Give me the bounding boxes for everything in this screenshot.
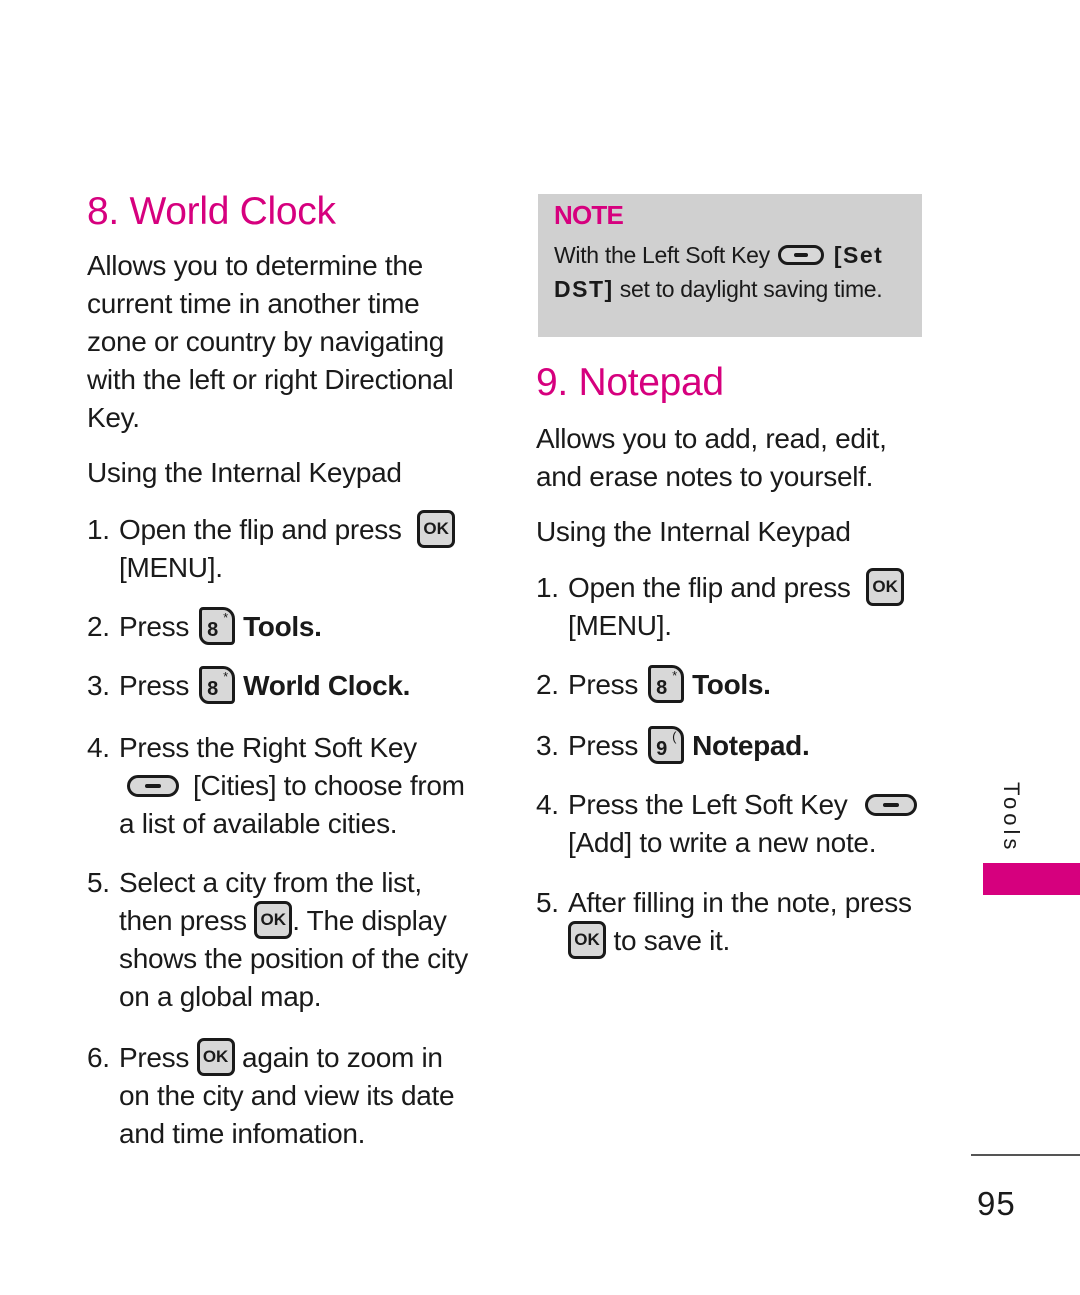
- step-number: 1.: [536, 572, 559, 603]
- section-title-world-clock: 8. World Clock: [87, 190, 336, 233]
- step-text: Select a city from the list,: [119, 867, 422, 898]
- step-text: then press: [119, 905, 247, 936]
- desc-line: zone or country by navigating: [87, 326, 445, 357]
- step-item: 5. After filling in the note, press OK t…: [536, 884, 936, 960]
- menu-name: World Clock.: [243, 670, 411, 701]
- step-text: to write a new note.: [631, 827, 877, 858]
- step-text: Open the flip and press: [119, 514, 402, 545]
- right-soft-key-icon: [127, 774, 179, 797]
- step-text: Press the Left Soft Key: [568, 789, 848, 820]
- step-number: 2.: [87, 611, 110, 642]
- desc-line: and erase notes to yourself.: [536, 461, 874, 492]
- softkey-label: [Add]: [568, 827, 632, 858]
- step-text: to choose from: [276, 770, 465, 801]
- step-text: Open the flip and press: [568, 572, 851, 603]
- subhead-internal-keypad: Using the Internal Keypad: [87, 457, 402, 488]
- desc-line: Allows you to add, read, edit,: [536, 423, 887, 454]
- step-text: on a global map.: [119, 981, 322, 1012]
- step-item: 3. Press 8 * World Clock.: [87, 665, 487, 705]
- step-item: 3. Press 9(Notepad.: [536, 725, 936, 765]
- ok-key-icon: OK: [196, 1037, 235, 1076]
- step-text: Press: [119, 1042, 190, 1073]
- step-text: Press: [568, 730, 639, 761]
- step-item: 2. Press 8 * Tools.: [87, 606, 487, 646]
- step-item: 2. Press 8 * Tools.: [536, 664, 936, 704]
- key-8-icon: 8 *: [648, 664, 685, 703]
- ok-key-icon: OK: [417, 509, 456, 548]
- step-text: [MENU].: [119, 552, 223, 583]
- step-number: 6.: [87, 1042, 110, 1073]
- step-text: Press: [119, 611, 190, 642]
- step-number: 5.: [87, 867, 110, 898]
- section-title-notepad: 9. Notepad: [536, 361, 724, 404]
- step-number: 1.: [87, 514, 110, 545]
- key-9-icon: 9(: [648, 725, 685, 764]
- note-box: NOTE With the Left Soft Key [Set DST] set…: [538, 194, 922, 337]
- page-number-rule: [971, 1154, 1080, 1156]
- note-title: NOTE: [554, 200, 624, 230]
- step-number: 3.: [536, 730, 559, 761]
- ok-key-icon: OK: [254, 900, 293, 939]
- step-number: 3.: [87, 670, 110, 701]
- step-text: again to zoom in: [242, 1042, 443, 1073]
- step-text: Press the Right Soft Key: [119, 732, 417, 763]
- step-item: 1. Open the flip and press OK [MENU].: [536, 567, 936, 645]
- menu-name: Tools.: [243, 611, 322, 642]
- menu-name: Notepad.: [692, 730, 810, 761]
- step-number: 4.: [536, 789, 559, 820]
- desc-line: Key.: [87, 402, 140, 433]
- note-text-part: With the Left Soft Key: [554, 242, 770, 268]
- step-item: 1. Open the flip and press OK [MENU].: [87, 509, 487, 587]
- step-text: [MENU].: [568, 610, 672, 641]
- step-text: . The display: [292, 905, 447, 936]
- notepad-description: Allows you to add, read, edit, and erase…: [536, 420, 936, 496]
- left-soft-key-icon: [864, 793, 917, 816]
- key-8-icon: 8 *: [199, 665, 236, 704]
- note-softkey-label: [Set: [833, 242, 884, 268]
- note-text-part: set to daylight saving time.: [613, 276, 883, 302]
- softkey-label: [Cities]: [193, 770, 277, 801]
- desc-line: Allows you to determine the: [87, 250, 423, 281]
- world-clock-description: Allows you to determine the current time…: [87, 247, 487, 437]
- note-text: With the Left Soft Key [Set DST] set to d…: [554, 238, 914, 306]
- step-text: Press: [568, 669, 639, 700]
- menu-name: Tools.: [692, 669, 771, 700]
- key-8-icon: 8 *: [199, 606, 236, 645]
- step-text: After filling in the note, press: [568, 887, 912, 918]
- note-softkey-label: DST]: [554, 276, 614, 302]
- step-text: shows the position of the city: [119, 943, 468, 974]
- step-number: 4.: [87, 732, 110, 763]
- chapter-tab-label: Tools: [999, 782, 1024, 854]
- step-number: 5.: [536, 887, 559, 918]
- subhead-internal-keypad: Using the Internal Keypad: [536, 516, 851, 547]
- step-item: 6. Press OK again to zoom in on the city…: [87, 1037, 487, 1153]
- ok-key-icon: OK: [866, 567, 905, 606]
- step-text: and time infomation.: [119, 1118, 366, 1149]
- step-text: Press: [119, 670, 190, 701]
- page-number: 95: [977, 1185, 1016, 1222]
- chapter-tab-marker: [983, 863, 1080, 895]
- step-item: 4. Press the Left Soft Key [Add] to writ…: [536, 786, 936, 862]
- ok-key-icon: OK: [568, 920, 606, 959]
- desc-line: current time in another time: [87, 288, 420, 319]
- left-soft-key-icon: [777, 244, 824, 265]
- step-item: 4. Press the Right Soft Key [Cities] to …: [87, 729, 487, 843]
- step-text: to save it.: [606, 925, 731, 956]
- desc-line: with the left or right Directional: [87, 364, 454, 395]
- step-text: a list of available cities.: [119, 808, 398, 839]
- step-item: 5. Select a city from the list, then pre…: [87, 864, 487, 1016]
- step-number: 2.: [536, 669, 559, 700]
- step-text: on the city and view its date: [119, 1080, 455, 1111]
